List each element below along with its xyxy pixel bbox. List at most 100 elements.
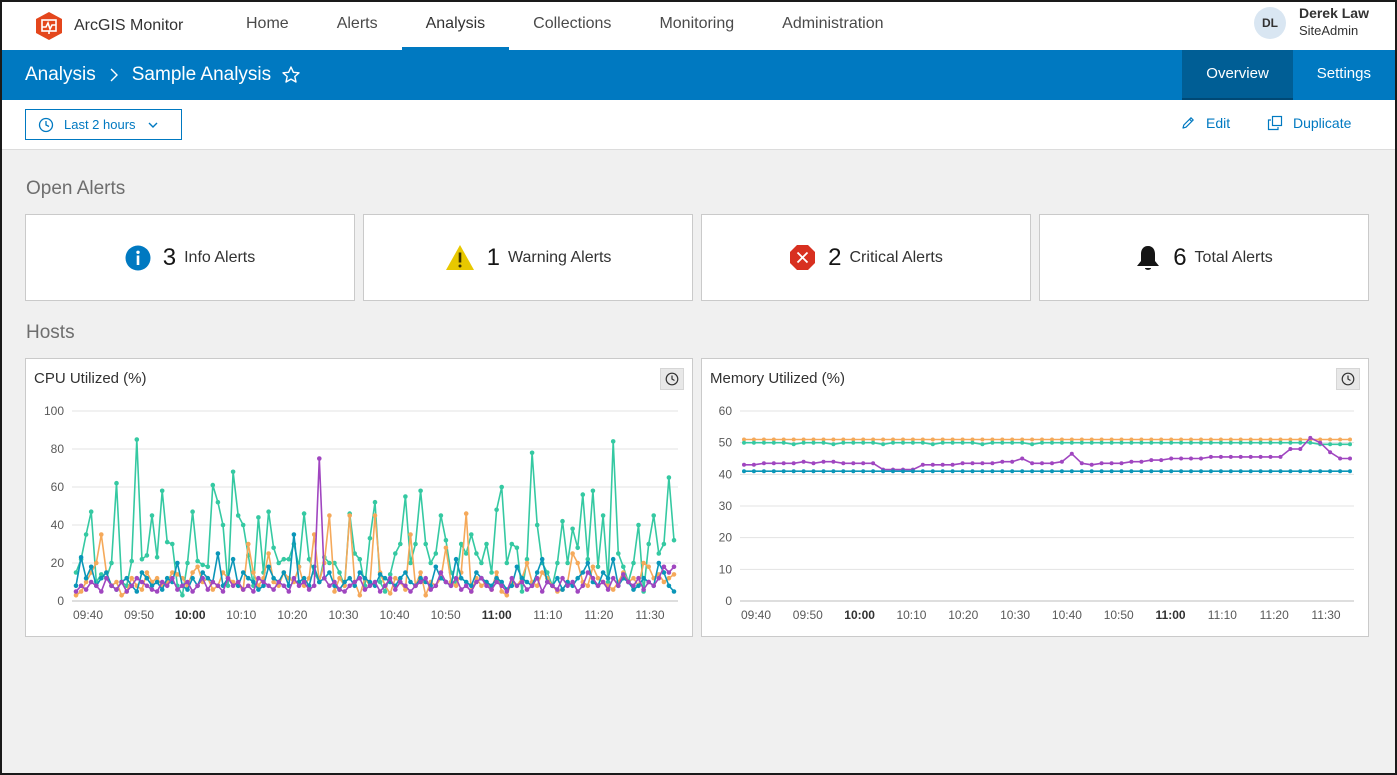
cpu-chart-time-button[interactable] — [660, 368, 684, 390]
data-point — [666, 583, 672, 589]
data-point — [433, 551, 439, 556]
data-point — [144, 583, 150, 589]
data-point — [970, 469, 975, 474]
nav-home[interactable]: Home — [222, 2, 313, 50]
data-point — [831, 469, 836, 474]
tab-settings[interactable]: Settings — [1293, 50, 1395, 100]
breadcrumb-root[interactable]: Analysis — [25, 64, 96, 86]
brand[interactable]: ArcGIS Monitor — [34, 11, 222, 41]
data-point — [585, 583, 591, 589]
data-point — [1218, 440, 1223, 445]
data-point — [646, 579, 651, 585]
data-point — [1338, 469, 1343, 474]
info-alerts-card[interactable]: 3 Info Alerts — [25, 214, 355, 301]
data-point — [1238, 440, 1243, 445]
data-point — [327, 513, 332, 518]
data-point — [251, 589, 256, 594]
data-point — [372, 513, 378, 518]
data-point — [428, 560, 434, 566]
x-tick-label: 11:20 — [584, 608, 613, 622]
nav-administration[interactable]: Administration — [758, 2, 907, 50]
data-point — [970, 461, 975, 466]
data-point — [1099, 461, 1104, 466]
data-point — [200, 575, 205, 581]
data-point — [266, 509, 271, 514]
data-point — [1010, 469, 1015, 474]
data-point — [1278, 454, 1283, 459]
data-point — [134, 575, 140, 581]
x-tick-label: 09:50 — [793, 608, 823, 622]
data-point — [519, 579, 525, 585]
data-point — [139, 570, 145, 575]
nav-collections[interactable]: Collections — [509, 2, 635, 50]
user-menu[interactable]: DL Derek Law SiteAdmin — [1253, 5, 1369, 41]
data-point — [423, 575, 429, 581]
user-role: SiteAdmin — [1298, 23, 1359, 38]
data-point — [1208, 454, 1213, 459]
chevron-right-icon — [110, 68, 118, 82]
warning-alerts-card[interactable]: 1 Warning Alerts — [363, 214, 693, 301]
data-point — [1328, 469, 1333, 474]
data-point — [1059, 469, 1064, 474]
data-point — [1050, 440, 1054, 445]
data-point — [73, 583, 79, 589]
data-point — [1169, 469, 1174, 474]
data-point — [129, 575, 134, 581]
data-point — [871, 469, 876, 474]
x-tick-label: 10:00 — [175, 608, 206, 622]
duplicate-button[interactable]: Duplicate — [1267, 115, 1351, 131]
data-point — [970, 440, 975, 445]
nav-monitoring[interactable]: Monitoring — [635, 2, 758, 50]
data-point — [519, 589, 525, 594]
y-tick-label: 0 — [725, 594, 732, 608]
data-point — [94, 583, 99, 589]
y-tick-label: 20 — [719, 531, 733, 545]
edit-button[interactable]: Edit — [1180, 115, 1230, 131]
data-point — [1338, 437, 1343, 442]
tab-overview[interactable]: Overview — [1182, 50, 1293, 100]
pencil-icon — [1182, 117, 1194, 129]
data-point — [891, 469, 895, 474]
data-point — [479, 583, 484, 589]
data-point — [1119, 469, 1124, 474]
data-point — [831, 437, 836, 442]
data-point — [88, 509, 94, 514]
data-point — [555, 560, 560, 566]
data-point — [504, 589, 510, 594]
data-point — [1278, 469, 1283, 474]
data-point — [474, 579, 479, 585]
data-point — [524, 579, 530, 585]
data-point — [1079, 469, 1084, 474]
info-alerts-count: 3 — [162, 243, 177, 271]
y-tick-label: 40 — [719, 467, 733, 481]
clock-icon — [1341, 372, 1355, 386]
x-tick-label: 10:40 — [1052, 608, 1082, 622]
total-alerts-card[interactable]: 6 Total Alerts — [1039, 214, 1369, 301]
time-range-dropdown[interactable]: Last 2 hours — [25, 109, 182, 140]
data-point — [413, 583, 418, 589]
star-icon[interactable] — [281, 65, 301, 85]
data-point — [920, 440, 925, 445]
data-point — [403, 583, 408, 589]
data-point — [950, 469, 955, 474]
data-point — [332, 589, 337, 594]
critical-alerts-card[interactable]: 2 Critical Alerts — [701, 214, 1031, 301]
data-point — [940, 469, 945, 474]
nav-alerts[interactable]: Alerts — [313, 2, 402, 50]
critical-icon — [790, 245, 816, 270]
avatar[interactable]: DL — [1253, 7, 1286, 39]
memory-chart-time-button[interactable] — [1336, 368, 1360, 390]
nav-analysis[interactable]: Analysis — [401, 2, 510, 50]
data-point — [398, 541, 403, 547]
data-point — [600, 513, 606, 518]
data-point — [235, 579, 241, 585]
data-point — [1069, 451, 1074, 456]
data-point — [154, 589, 160, 594]
data-point — [494, 507, 499, 513]
x-tick-label: 11:00 — [482, 608, 512, 622]
data-point — [821, 469, 826, 474]
data-point — [433, 583, 439, 589]
duplicate-icon — [1267, 115, 1283, 131]
data-point — [1308, 440, 1313, 445]
cpu-chart-title: CPU Utilized (%) — [34, 370, 147, 387]
